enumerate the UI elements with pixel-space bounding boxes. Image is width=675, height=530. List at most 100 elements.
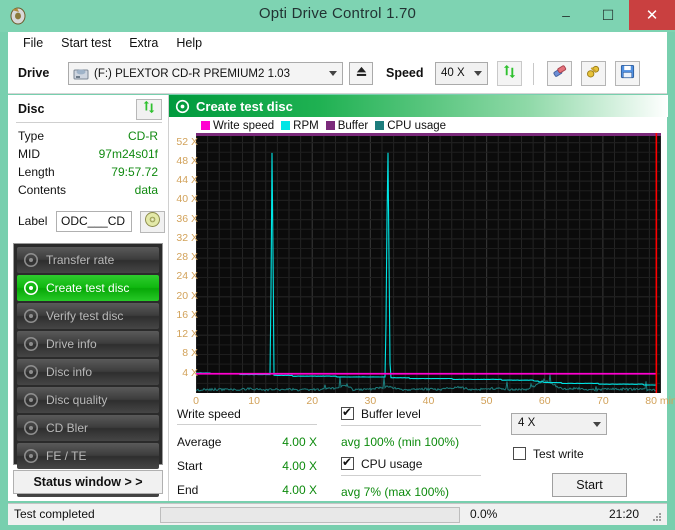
drive-select-value: (F:) PLEXTOR CD-R PREMIUM2 1.03 — [94, 67, 290, 80]
write-speed-title: Write speed — [177, 407, 241, 421]
tools-icon — [586, 64, 601, 84]
disc-icon — [23, 252, 39, 268]
left-sidebar: Disc Type CD-R MID 97m24s01f Length 79:5… — [8, 95, 168, 501]
minimize-button[interactable]: – — [545, 0, 587, 30]
write-speed-chart — [196, 133, 661, 393]
chevron-down-icon — [593, 422, 601, 427]
menu-item-help[interactable]: Help — [167, 34, 211, 52]
disc-icon — [23, 448, 39, 464]
sidebar-item-create-test-disc[interactable]: Create test disc — [17, 275, 159, 301]
y-axis-tick-label: 36 X — [176, 212, 198, 225]
eject-icon — [355, 65, 368, 83]
save-floppy-icon — [620, 64, 635, 84]
sidebar-item-label: Drive info — [46, 337, 97, 351]
legend-label: Buffer — [337, 119, 369, 132]
sidebar-item-label: Transfer rate — [46, 253, 115, 267]
chevron-down-icon — [474, 71, 482, 76]
maximize-button[interactable]: ☐ — [587, 0, 629, 30]
x-axis-tick-label: 80 min — [645, 395, 675, 407]
erase-disc-button[interactable] — [547, 61, 572, 86]
menu-item-start-test[interactable]: Start test — [52, 34, 120, 52]
disc-row-key: Length — [18, 165, 55, 179]
buffer-level-checkbox[interactable] — [341, 405, 354, 420]
x-axis-tick-label: 0 — [193, 395, 199, 407]
legend-swatch — [375, 121, 385, 130]
disc-icon — [175, 99, 190, 114]
disc-row-key: Type — [18, 129, 45, 143]
disc-label-input[interactable]: ODC___CD — [56, 211, 132, 232]
disc-icon — [23, 280, 39, 296]
test-write-checkbox[interactable] — [513, 447, 526, 460]
drive-label: Drive — [18, 66, 50, 80]
tools-button[interactable] — [581, 61, 606, 86]
legend-label: RPM — [293, 119, 319, 132]
cpu-usage-value: avg 7% (max 100%) — [341, 485, 450, 499]
resize-grip[interactable] — [651, 510, 663, 522]
application-window: Opti Drive Control 1.70 – ☐ ✕ File Start… — [0, 0, 675, 530]
disc-row-value: 97m24s01f — [98, 147, 158, 161]
chart-legend: Write speed RPM Buffer CPU usage — [201, 118, 453, 133]
y-axis-tick-label: 8 X — [182, 347, 198, 360]
speed-select[interactable]: 40 X — [435, 62, 488, 85]
y-axis-tick-label: 28 X — [176, 251, 198, 264]
legend-swatch — [325, 121, 335, 130]
write-speed-select-value: 4 X — [518, 417, 536, 429]
start-button[interactable]: Start — [552, 473, 627, 497]
legend-item-write-speed: Write speed — [201, 120, 274, 132]
sidebar-item-verify-test-disc[interactable]: Verify test disc — [17, 303, 159, 329]
menu-item-file[interactable]: File — [14, 34, 52, 52]
disc-row-value: 79:57.72 — [111, 165, 158, 179]
sidebar-item-label: Verify test disc — [46, 309, 124, 323]
stat-key-end: End — [177, 483, 199, 497]
sidebar-item-cd-bler[interactable]: CD Bler — [17, 415, 159, 441]
disc-row-key: Contents — [18, 183, 67, 197]
test-navigation-list: Transfer rate Create test disc Verify te… — [13, 243, 163, 497]
y-axis-tick-label: 48 X — [176, 154, 198, 167]
sidebar-item-label: Create test disc — [46, 281, 130, 295]
x-axis-tick-label: 50 — [480, 395, 493, 407]
cpu-usage-checkbox[interactable] — [341, 455, 354, 470]
disc-icon — [23, 364, 39, 380]
x-axis-tick-label: 40 — [422, 395, 435, 407]
disc-section-header: Disc — [16, 99, 162, 123]
cpu-rule — [341, 475, 481, 476]
y-axis-tick-label: 40 X — [176, 193, 198, 206]
buffer-level-label: Buffer level — [361, 407, 421, 421]
drive-select[interactable]: (F:) PLEXTOR CD-R PREMIUM2 1.03 — [68, 62, 343, 85]
legend-item-cpu-usage: CPU usage — [375, 120, 446, 132]
elapsed-time: 21:20 — [608, 507, 639, 521]
write-speed-select[interactable]: 4 X — [511, 413, 607, 435]
close-button[interactable]: ✕ — [629, 0, 675, 30]
y-axis-tick-label: 4 X — [182, 366, 198, 379]
y-axis-tick-label: 20 X — [176, 289, 198, 302]
disc-icon — [23, 308, 39, 324]
refresh-icon — [142, 100, 156, 119]
disc-row-contents: Contents data — [18, 183, 162, 200]
speed-label: Speed — [386, 66, 424, 80]
disc-refresh-button[interactable] — [136, 99, 162, 120]
eject-button[interactable] — [349, 62, 373, 85]
x-axis-tick-label: 20 — [306, 395, 319, 407]
sidebar-item-transfer-rate[interactable]: Transfer rate — [17, 247, 159, 273]
status-window-button[interactable]: Status window > > — [13, 470, 163, 494]
sidebar-item-disc-quality[interactable]: Disc quality — [17, 387, 159, 413]
progress-percent: 0.0% — [470, 507, 498, 521]
sidebar-item-label: FE / TE — [46, 449, 87, 463]
sidebar-item-disc-info[interactable]: Disc info — [17, 359, 159, 385]
disc-label-cd-button[interactable] — [140, 211, 165, 233]
main-panel: Create test disc Write speed RPM Buffer … — [168, 95, 675, 501]
sidebar-item-drive-info[interactable]: Drive info — [17, 331, 159, 357]
progress-bar — [160, 507, 460, 523]
disc-row-type: Type CD-R — [18, 129, 162, 146]
cd-disc-icon — [144, 211, 161, 233]
refresh-button[interactable] — [497, 61, 522, 86]
save-button[interactable] — [615, 61, 640, 86]
disc-row-mid: MID 97m24s01f — [18, 147, 162, 164]
menu-item-extra[interactable]: Extra — [120, 34, 167, 52]
cpu-usage-label: CPU usage — [361, 457, 423, 471]
buffer-level-value: avg 100% (min 100%) — [341, 435, 460, 449]
y-axis-tick-label: 44 X — [176, 174, 198, 187]
chart-area: 4 X 8 X 12 X 16 X 20 X 24 X 28 X 32 X 36 X 40 X 44… — [169, 133, 675, 407]
disc-row-length: Length 79:57.72 — [18, 165, 162, 182]
sidebar-item-fe-te[interactable]: FE / TE — [17, 443, 159, 469]
